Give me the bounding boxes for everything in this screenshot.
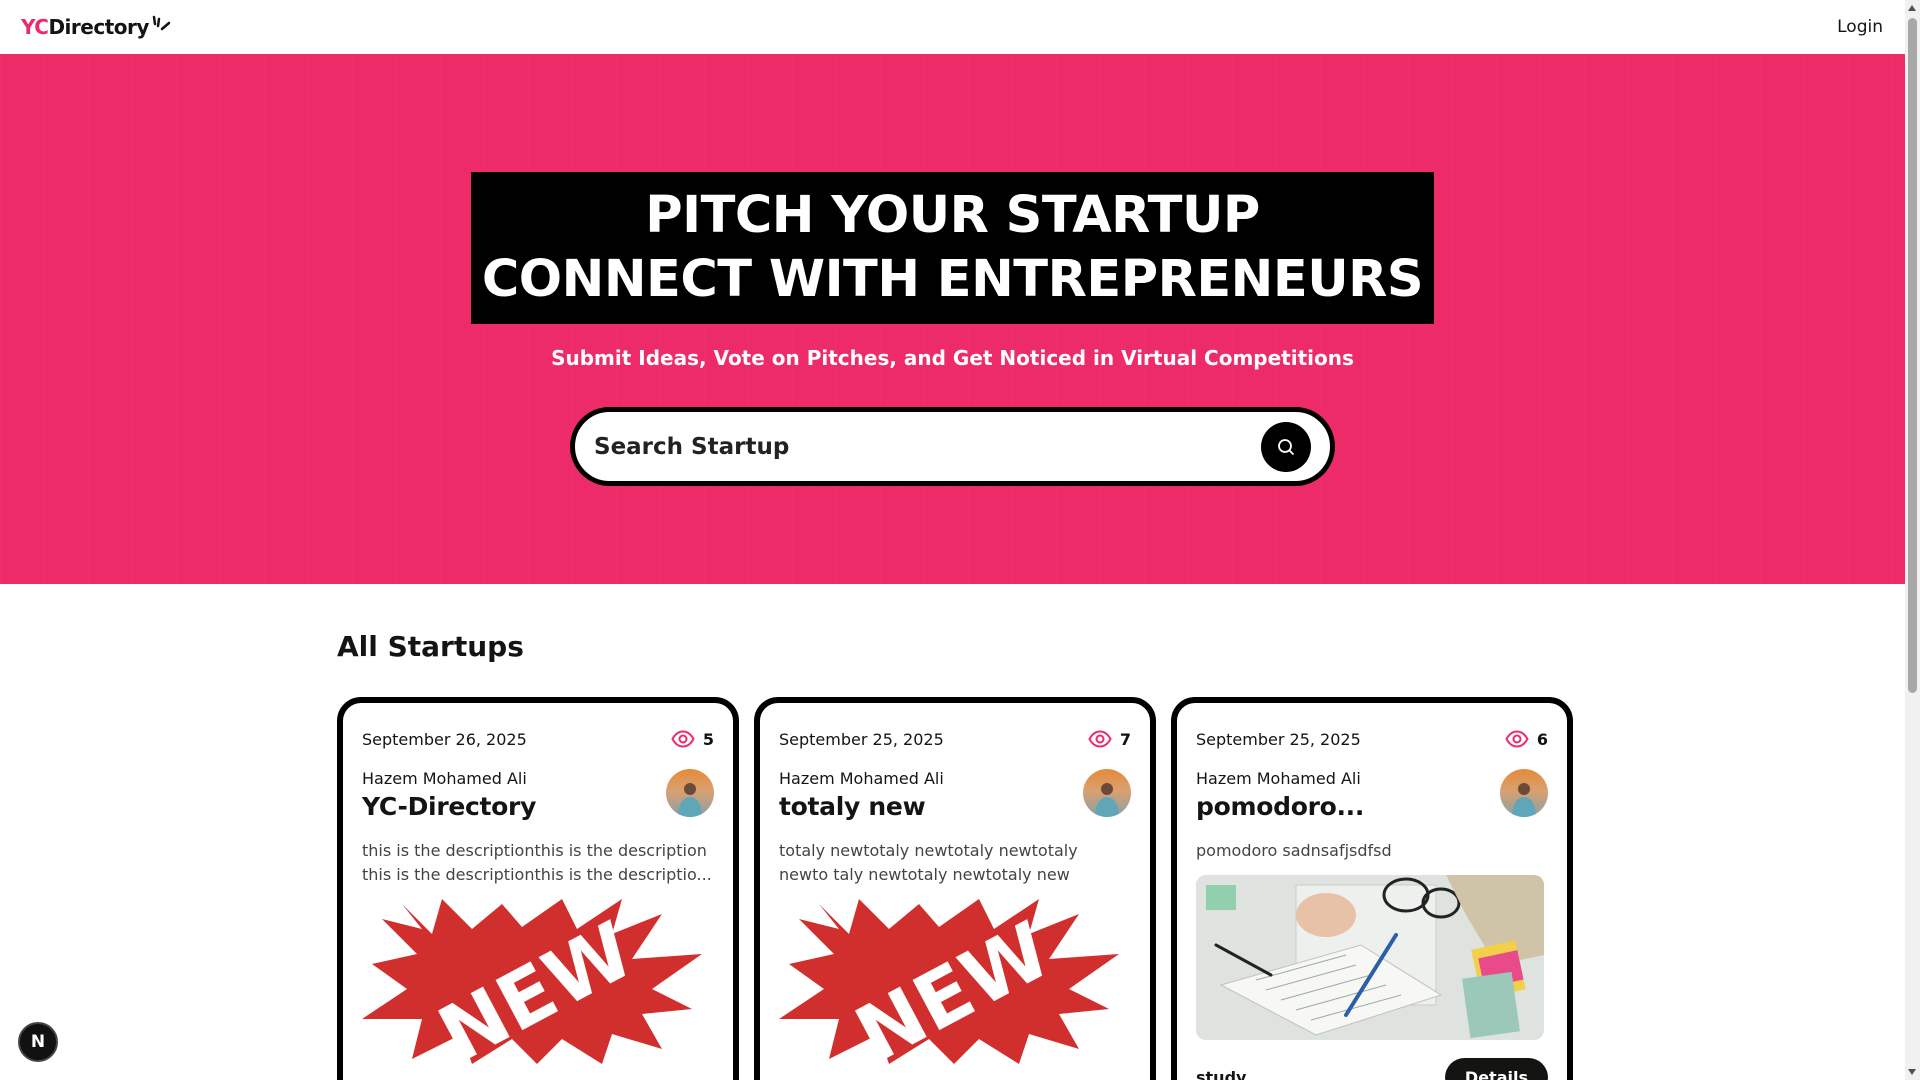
view-count: 5: [702, 729, 714, 749]
headline-line-1: PITCH YOUR STARTUP: [645, 186, 1260, 245]
card-description: pomodoro sadnsafjsdfsd: [1196, 841, 1392, 860]
search-input[interactable]: [594, 433, 1261, 460]
eye-icon: [671, 730, 695, 748]
search-icon: [1278, 438, 1294, 455]
card-image[interactable]: [1196, 875, 1544, 1040]
view-count: 6: [1536, 729, 1548, 749]
eye-icon: [1505, 730, 1529, 748]
startup-card[interactable]: September 25, 2025 6 Hazem Mohamed Ali p…: [1171, 697, 1573, 1080]
card-views: 5: [671, 730, 714, 749]
navbar: YC Directory Login: [0, 0, 1905, 54]
avatar[interactable]: [1500, 769, 1548, 817]
logo[interactable]: YC Directory: [21, 15, 171, 39]
eye-icon: [1088, 730, 1112, 748]
hero-subtitle: Submit Ideas, Vote on Pitches, and Get N…: [551, 346, 1354, 370]
scroll-up-arrow-icon[interactable]: [1908, 5, 1916, 11]
card-date: September 25, 2025: [779, 729, 944, 749]
search-form: [570, 407, 1335, 486]
card-title[interactable]: YC-Directory: [362, 792, 536, 821]
scroll-down-arrow-icon[interactable]: [1908, 1069, 1916, 1075]
card-title[interactable]: pomodoro...: [1196, 792, 1364, 821]
card-author[interactable]: Hazem Mohamed Ali: [779, 769, 944, 788]
hero-section: PITCH YOUR STARTUP CONNECT WITH ENTREPRE…: [0, 54, 1905, 584]
card-author[interactable]: Hazem Mohamed Ali: [362, 769, 536, 788]
scrollbar-thumb[interactable]: [1908, 18, 1917, 693]
view-count: 7: [1119, 729, 1131, 749]
logo-text: Directory: [48, 15, 149, 39]
page-scrollbar[interactable]: [1905, 0, 1920, 1080]
card-date: September 26, 2025: [362, 729, 527, 749]
card-image[interactable]: NEW: [779, 899, 1127, 1064]
nextjs-dev-indicator[interactable]: N: [18, 1022, 58, 1062]
login-link[interactable]: Login: [1837, 17, 1883, 37]
card-category[interactable]: study: [1196, 1068, 1246, 1080]
startup-card[interactable]: September 26, 2025 5 Hazem Mohamed Ali Y…: [337, 697, 739, 1080]
hero-headline: PITCH YOUR STARTUP CONNECT WITH ENTREPRE…: [471, 172, 1434, 324]
details-button[interactable]: Details: [1444, 1058, 1548, 1080]
card-views: 6: [1505, 730, 1548, 749]
card-title[interactable]: totaly new: [779, 792, 944, 821]
headline-line-2: CONNECT WITH ENTREPRENEURS: [481, 250, 1424, 309]
card-date: September 25, 2025: [1196, 729, 1361, 749]
search-button[interactable]: [1261, 421, 1311, 472]
card-views: 7: [1088, 730, 1131, 749]
logo-sparkle-icon: [152, 15, 171, 31]
avatar[interactable]: [666, 769, 714, 817]
card-description: this is the descriptionthis is the descr…: [362, 841, 712, 884]
card-author[interactable]: Hazem Mohamed Ali: [1196, 769, 1364, 788]
card-description: totaly newtotaly newtotaly newtotaly new…: [779, 841, 1078, 884]
logo-prefix: YC: [21, 15, 49, 39]
startup-card[interactable]: September 25, 2025 7 Hazem Mohamed Ali t…: [754, 697, 1156, 1080]
card-image[interactable]: NEW: [362, 899, 710, 1064]
avatar[interactable]: [1083, 769, 1131, 817]
section-title: All Startups: [337, 630, 524, 663]
